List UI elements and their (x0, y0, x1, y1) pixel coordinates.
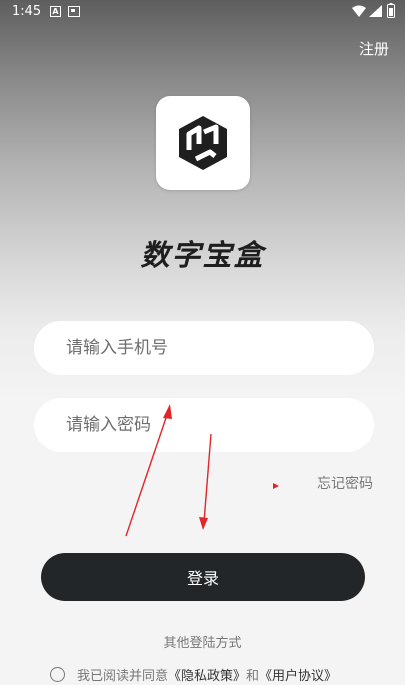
wifi-icon (352, 5, 366, 17)
app-logo (156, 96, 250, 190)
card-notification-icon (68, 6, 80, 17)
phone-input-container (34, 321, 374, 375)
password-input[interactable] (66, 398, 346, 452)
register-link[interactable]: 注册 (359, 38, 389, 59)
a-notification-icon: A (50, 6, 61, 17)
password-input-container (34, 398, 374, 452)
cube-logo-icon (179, 116, 227, 170)
battery-icon (387, 3, 395, 18)
agreement-checkbox[interactable] (50, 666, 65, 682)
user-agreement-link[interactable]: 《用户协议》 (259, 665, 337, 684)
agreement-and-text: 和 (246, 668, 260, 684)
agreement-prefix-text: 我已阅读并同意 (77, 668, 169, 684)
annotation-pointer (273, 483, 279, 489)
status-time: 1:45 (12, 4, 42, 19)
agreement-row: 我已阅读并同意 《隐私政策》 和 《用户协议》 (50, 664, 337, 684)
phone-input[interactable] (66, 321, 346, 375)
app-name: 数字宝盒 (140, 238, 265, 272)
privacy-policy-link[interactable]: 《隐私政策》 (168, 665, 246, 684)
forgot-password-link[interactable]: 忘记密码 (317, 473, 373, 493)
status-bar: 1:45 A (0, 0, 405, 24)
other-login-methods-label[interactable]: 其他登陆方式 (0, 632, 405, 651)
login-button[interactable]: 登录 (41, 553, 365, 601)
signal-icon (369, 5, 382, 17)
